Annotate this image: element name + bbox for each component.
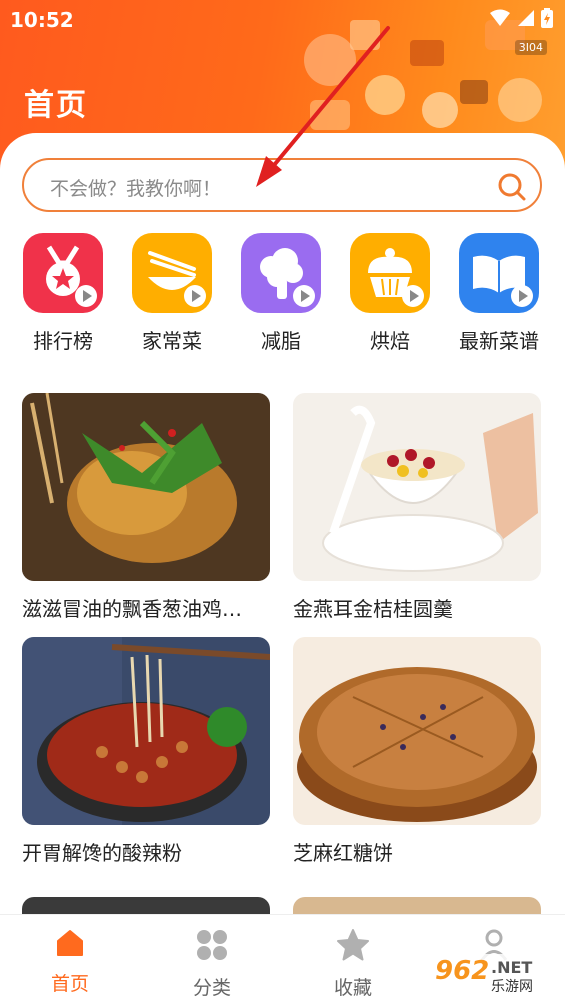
- recipe-card[interactable]: 金燕耳金桔桂圆羹: [293, 393, 541, 622]
- status-bar: 10:52 3I04: [0, 0, 565, 55]
- category-new-recipes[interactable]: 最新菜谱: [444, 233, 554, 354]
- watermark-net: .NET: [491, 958, 533, 977]
- recipe-card[interactable]: 芝麻红糖饼: [293, 637, 541, 866]
- category-label: 最新菜谱: [459, 329, 539, 353]
- signal-icon: [518, 10, 534, 26]
- tab-home[interactable]: 首页: [20, 929, 120, 996]
- category-label: 烘焙: [370, 329, 410, 353]
- recipe-title: 芝麻红糖饼: [293, 841, 393, 865]
- wifi-icon: [490, 9, 510, 26]
- hot-sour-noodles-photo: [22, 637, 270, 825]
- recipe-card[interactable]: 开胃解馋的酸辣粉: [22, 637, 270, 866]
- category-label: 减脂: [261, 329, 301, 353]
- noodle-bowl-icon: [132, 233, 212, 313]
- main-content: 不会做？我教你啊！ 排行榜 家常菜 减脂 烘焙 最新菜谱 滋滋冒油的飘香葱油鸡……: [0, 26, 565, 933]
- status-time: 10:52: [10, 8, 74, 32]
- battery-icon: [541, 8, 553, 28]
- dessert-soup-photo: [293, 393, 541, 581]
- watermark-site: 乐游网: [491, 979, 533, 995]
- site-watermark: 962 .NET 乐游网: [429, 954, 559, 998]
- status-icons: [489, 8, 553, 28]
- broccoli-icon: [241, 233, 321, 313]
- network-speed-tag: 3I04: [514, 40, 547, 55]
- category-home-cooking[interactable]: 家常菜: [117, 233, 227, 354]
- search-bar[interactable]: 不会做？我教你啊！: [22, 158, 542, 212]
- recipe-card[interactable]: 滋滋冒油的飘香葱油鸡…: [22, 393, 270, 622]
- play-badge-icon: [184, 285, 206, 307]
- play-badge-icon: [75, 285, 97, 307]
- search-icon[interactable]: [496, 171, 528, 203]
- tab-favorites[interactable]: 收藏: [303, 929, 403, 1000]
- category-label: 家常菜: [142, 329, 202, 353]
- open-book-icon: [459, 233, 539, 313]
- page-title: 首页: [24, 88, 88, 123]
- play-badge-icon: [402, 285, 424, 307]
- sesame-pancake-photo: [293, 637, 541, 825]
- medal-star-icon: [23, 233, 103, 313]
- star-icon: [337, 929, 369, 961]
- category-row: 排行榜 家常菜 减脂 烘焙 最新菜谱: [0, 233, 565, 363]
- recipe-title: 滋滋冒油的飘香葱油鸡…: [22, 597, 242, 621]
- recipe-title: 金燕耳金桔桂圆羹: [293, 597, 453, 621]
- tab-label: 首页: [50, 973, 89, 995]
- cupcake-icon: [350, 233, 430, 313]
- category-baking[interactable]: 烘焙: [335, 233, 445, 354]
- search-input[interactable]: 不会做？我教你啊！: [50, 174, 221, 201]
- tab-label: 收藏: [333, 977, 372, 999]
- category-fat-loss[interactable]: 减脂: [226, 233, 336, 354]
- home-icon: [57, 930, 83, 956]
- recipe-title: 开胃解馋的酸辣粉: [22, 841, 182, 865]
- play-badge-icon: [511, 285, 533, 307]
- category-ranking[interactable]: 排行榜: [8, 233, 118, 354]
- roast-chicken-photo: [22, 393, 270, 581]
- watermark-number: 962: [435, 956, 490, 986]
- category-label: 排行榜: [33, 329, 93, 353]
- bottom-tab-bar: 首页 分类 收藏 962 .NET 乐游网: [0, 914, 565, 1004]
- tab-categories[interactable]: 分类: [162, 929, 262, 1000]
- grid-icon: [197, 930, 227, 960]
- play-badge-icon: [293, 285, 315, 307]
- tab-label: 分类: [192, 977, 231, 999]
